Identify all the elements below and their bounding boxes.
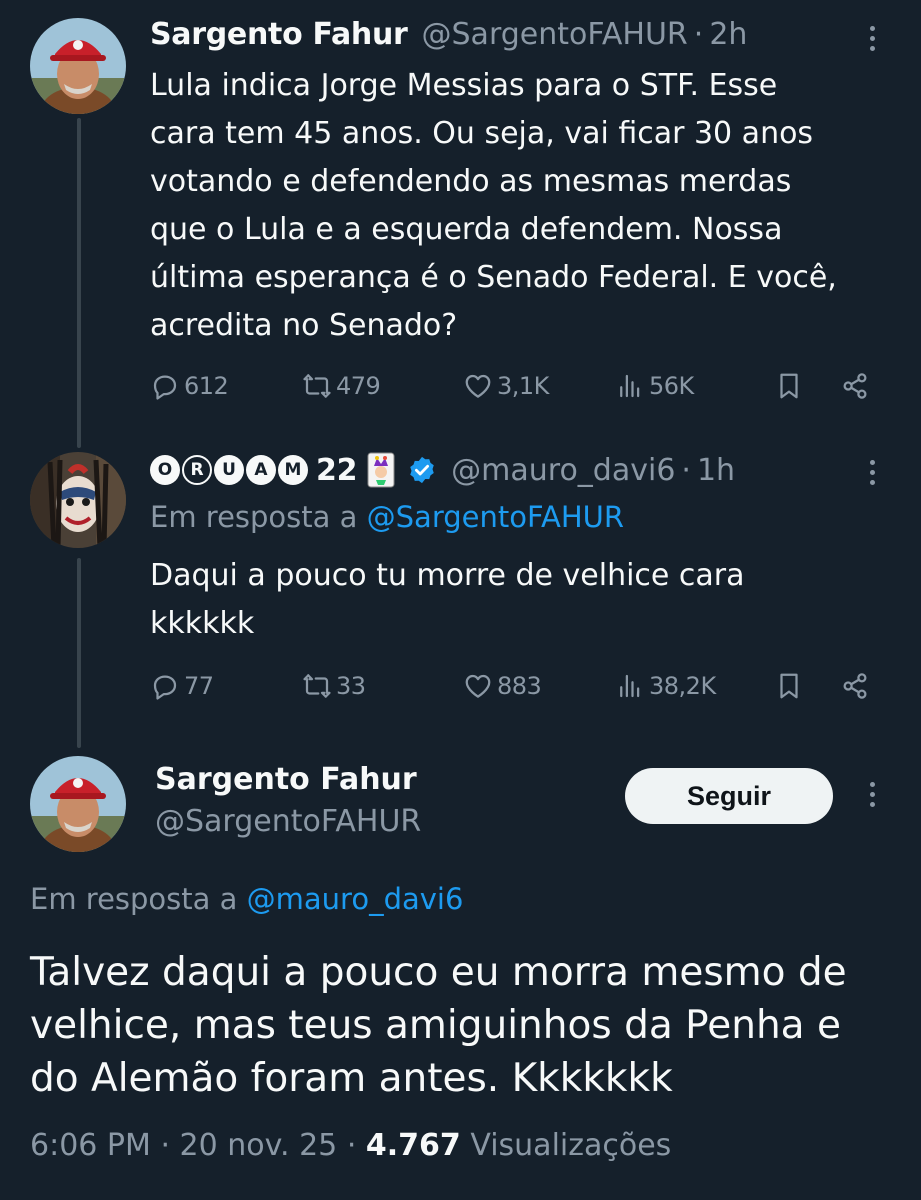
name-letter: M (278, 455, 308, 485)
verified-badge-icon (407, 455, 437, 485)
like-button[interactable]: 3,1K (463, 366, 549, 406)
share-icon (843, 673, 867, 699)
tweet-actions: 77 33 883 38,2K (150, 666, 880, 706)
reply-count: 612 (184, 372, 229, 400)
reply-button[interactable]: 612 (150, 366, 229, 406)
tweet-text: Lula indica Jorge Messias para o STF. Es… (150, 68, 837, 343)
author-name[interactable]: O R U A M 22 (150, 452, 437, 488)
more-icon[interactable] (862, 452, 882, 492)
reply-icon (153, 675, 177, 700)
thread-line-2 (77, 558, 81, 748)
author-handle[interactable]: @SargentoFAHUR (422, 17, 688, 52)
separator-dot: · (681, 452, 691, 488)
share-button[interactable] (840, 666, 870, 706)
separator-dot: · (346, 1128, 366, 1163)
reply-to-line: Em resposta a @SargentoFAHUR (150, 500, 624, 534)
joker-card-icon (367, 452, 395, 488)
main-tweet-text: Talvez daqui a pouco eu morra mesmo de v… (30, 950, 847, 1101)
avatar-sargento-fahur[interactable] (30, 756, 126, 852)
tweet-time[interactable]: 1h (697, 453, 735, 488)
main-views-count[interactable]: 4.767 (366, 1128, 461, 1163)
views-icon (620, 674, 640, 698)
views-button[interactable]: 38,2K (615, 666, 716, 706)
reply-to-prefix: Em resposta a (30, 882, 238, 916)
reply-to-link[interactable]: @mauro_davi6 (247, 882, 464, 916)
bookmark-button[interactable] (774, 366, 804, 406)
tweet-meta: 6:06 PM · 20 nov. 25 · 4.767 Visualizaçõ… (30, 1128, 671, 1163)
like-count: 3,1K (497, 372, 549, 400)
avatar-mauro-davi6[interactable] (30, 452, 126, 548)
tweet-header: Sargento Fahur @SargentoFAHUR · 2h (150, 12, 747, 56)
author-name-suffix: 22 (316, 452, 358, 488)
reply-to-line: Em resposta a @mauro_davi6 (30, 882, 463, 916)
retweet-count: 33 (336, 672, 366, 700)
name-letter: R (182, 455, 212, 485)
main-author-name[interactable]: Sargento Fahur (155, 762, 417, 797)
retweet-icon (303, 374, 331, 398)
author-name[interactable]: Sargento Fahur (150, 17, 408, 52)
like-count: 883 (497, 672, 542, 700)
reply-to-link[interactable]: @SargentoFAHUR (367, 500, 624, 534)
bookmark-icon (780, 673, 798, 699)
reply-button[interactable]: 77 (150, 666, 214, 706)
like-button[interactable]: 883 (463, 666, 542, 706)
more-icon[interactable] (862, 774, 882, 814)
retweet-count: 479 (336, 372, 381, 400)
author-handle[interactable]: @mauro_davi6 (451, 453, 675, 488)
separator-dot: · (693, 16, 704, 52)
share-button[interactable] (840, 366, 870, 406)
tweet-header: O R U A M 22 @mauro_davi6 · 1h (150, 448, 735, 492)
bookmark-icon (780, 373, 798, 399)
tweet-actions: 612 479 3,1K 56K (150, 366, 880, 406)
tweet-text: Daqui a pouco tu morre de velhice cara k… (150, 558, 745, 641)
views-count: 38,2K (649, 672, 716, 700)
views-count: 56K (649, 372, 694, 400)
retweet-button[interactable]: 33 (302, 666, 366, 706)
reply-icon (153, 375, 177, 400)
follow-button[interactable]: Seguir (625, 768, 833, 824)
name-letter: U (214, 455, 244, 485)
views-button[interactable]: 56K (615, 366, 694, 406)
like-icon (465, 674, 491, 698)
reply-count: 77 (184, 672, 214, 700)
thread-line-1 (77, 118, 81, 448)
retweet-icon (303, 674, 331, 698)
name-letter: O (150, 455, 180, 485)
main-author-handle[interactable]: @SargentoFAHUR (155, 804, 421, 839)
views-icon (620, 374, 640, 398)
name-letter: A (246, 455, 276, 485)
tweet-date[interactable]: 20 nov. 25 (180, 1128, 338, 1163)
separator-dot: · (160, 1128, 180, 1163)
tweet-time[interactable]: 2h (709, 17, 747, 52)
share-icon (843, 373, 867, 399)
like-icon (465, 374, 491, 398)
more-icon[interactable] (862, 18, 882, 58)
retweet-button[interactable]: 479 (302, 366, 381, 406)
reply-to-prefix: Em resposta a (150, 500, 358, 534)
avatar-sargento-fahur[interactable] (30, 18, 126, 114)
views-label: Visualizações (470, 1128, 672, 1163)
tweet-time[interactable]: 6:06 PM (30, 1128, 151, 1163)
bookmark-button[interactable] (774, 666, 804, 706)
